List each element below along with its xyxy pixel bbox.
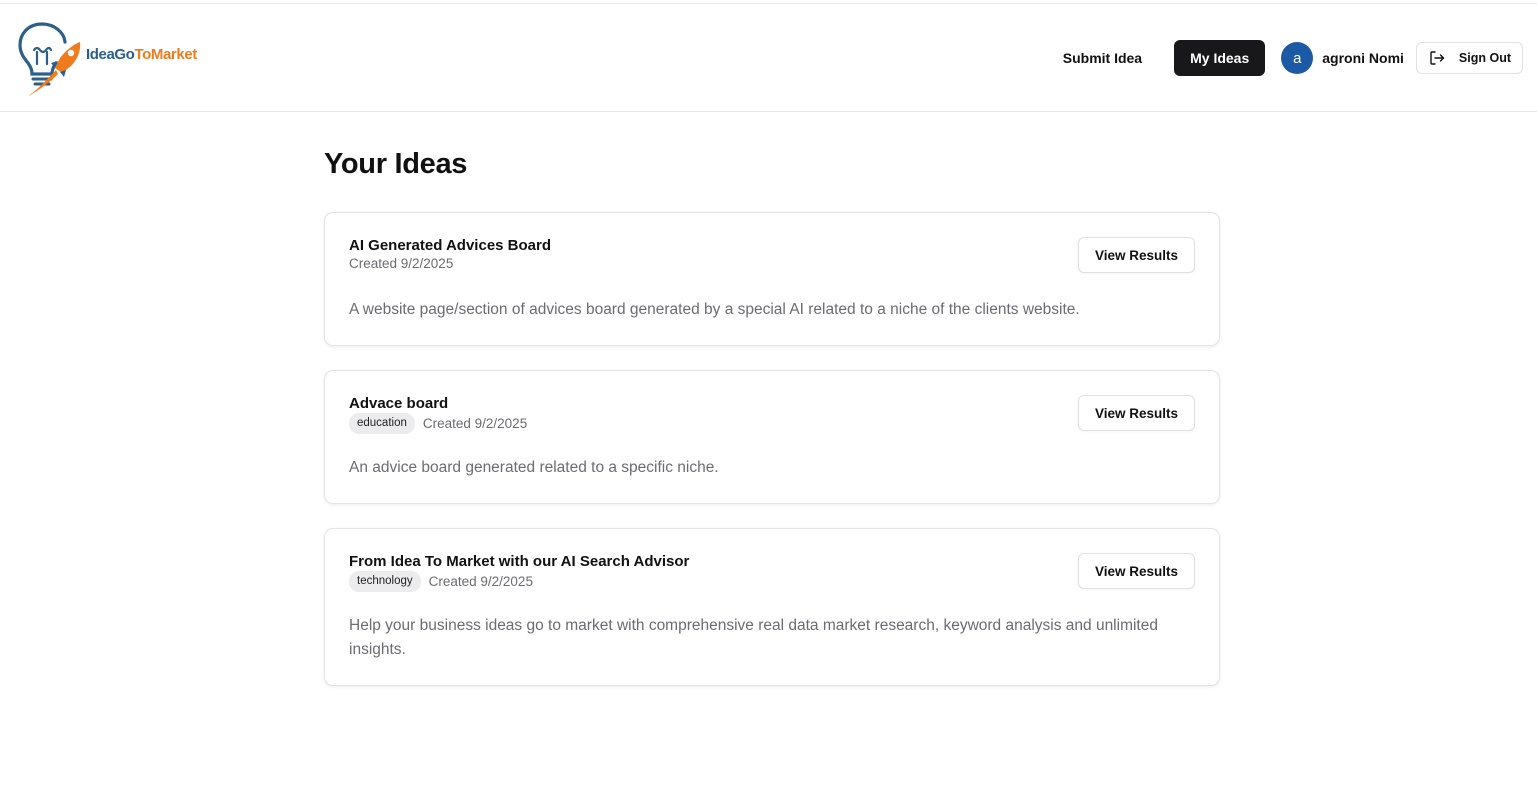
user-avatar[interactable]: a bbox=[1281, 42, 1314, 74]
idea-card: From Idea To Market with our AI Search A… bbox=[324, 528, 1220, 686]
idea-title: Advace board bbox=[349, 395, 449, 412]
idea-description: Help your business ideas go to market wi… bbox=[349, 617, 1158, 658]
sign-out-label: Sign Out bbox=[1458, 51, 1511, 65]
sign-out-icon bbox=[1430, 51, 1445, 65]
sign-out-button[interactable]: Sign Out bbox=[1415, 42, 1523, 74]
top-nav: Submit Idea My Ideas a agroni Nomi Sign … bbox=[1047, 40, 1523, 76]
idea-meta: education Created 9/2/2025 bbox=[349, 413, 527, 434]
idea-created-date: Created 9/2/2025 bbox=[349, 256, 454, 271]
brand-name: IdeaGoToMarket bbox=[86, 46, 197, 63]
brand-logo[interactable]: IdeaGoToMarket bbox=[18, 20, 197, 98]
lightbulb-rocket-icon bbox=[18, 22, 81, 96]
view-results-button[interactable]: View Results bbox=[1077, 237, 1195, 273]
top-header: IdeaGoToMarket Submit Idea My Ideas a ag… bbox=[0, 4, 1537, 112]
idea-description: A website page/section of advices board … bbox=[349, 301, 1080, 318]
idea-created-date: Created 9/2/2025 bbox=[422, 415, 528, 431]
category-tag: education bbox=[349, 413, 415, 434]
idea-title: AI Generated Advices Board bbox=[349, 237, 552, 254]
idea-created-date: Created 9/2/2025 bbox=[428, 573, 533, 589]
nav-submit-idea[interactable]: Submit Idea bbox=[1047, 40, 1158, 76]
brand-name-part2: ToMarket bbox=[134, 46, 197, 63]
idea-description: An advice board generated related to a s… bbox=[349, 459, 719, 476]
idea-card: Advace board education Created 9/2/2025 … bbox=[324, 370, 1220, 504]
view-results-button[interactable]: View Results bbox=[1077, 395, 1195, 431]
page-title: Your Ideas bbox=[324, 148, 468, 180]
idea-title: From Idea To Market with our AI Search A… bbox=[349, 553, 690, 570]
user-name: agroni Nomi bbox=[1322, 50, 1404, 66]
brand-name-part1: IdeaGo bbox=[86, 46, 135, 63]
idea-meta: Created 9/2/2025 bbox=[349, 255, 453, 273]
app-page: IdeaGoToMarket Submit Idea My Ideas a ag… bbox=[0, 0, 1537, 788]
main-content: Your Ideas bbox=[324, 148, 1220, 180]
category-tag: technology bbox=[349, 571, 421, 592]
idea-card: AI Generated Advices Board Created 9/2/2… bbox=[324, 212, 1220, 346]
idea-meta: technology Created 9/2/2025 bbox=[349, 571, 533, 592]
nav-my-ideas[interactable]: My Ideas bbox=[1174, 40, 1266, 76]
view-results-button[interactable]: View Results bbox=[1077, 553, 1195, 589]
